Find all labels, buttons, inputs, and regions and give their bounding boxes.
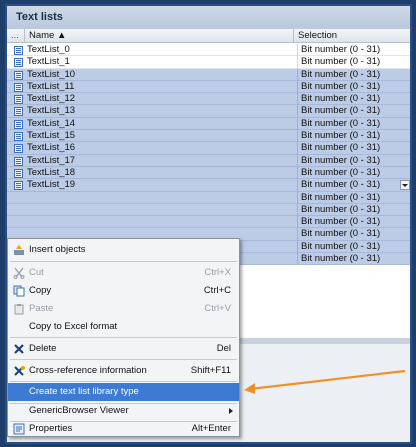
row-name: TextList_19 <box>27 179 76 191</box>
row-selection[interactable]: Bit number (0 - 31) <box>297 130 397 143</box>
menu-item-insert-objects[interactable]: Insert objects <box>8 241 239 259</box>
table-row[interactable]: TextList_10 Bit number (0 - 31) <box>7 68 410 81</box>
row-selection[interactable]: Bit number (0 - 31) <box>297 142 397 155</box>
table-row[interactable]: Bit number (0 - 31) <box>7 203 410 217</box>
panel-title: Text lists <box>7 6 410 29</box>
row-name: TextList_10 <box>27 68 76 80</box>
menu-separator <box>10 359 237 360</box>
table-row[interactable]: Bit number (0 - 31) <box>7 191 410 204</box>
table-row[interactable]: Bit number (0 - 31) <box>7 216 410 229</box>
text-list-icon <box>14 70 23 80</box>
text-list-icon <box>14 58 23 68</box>
chevron-right-icon <box>229 408 233 414</box>
annotation-arrow <box>244 369 406 394</box>
menu-item-create-library-type[interactable]: Create text list library type <box>8 383 239 401</box>
column-header-name[interactable]: Name ▲ <box>24 29 294 43</box>
row-name: TextList_11 <box>27 80 75 92</box>
menu-item-cut[interactable]: Cut Ctrl+X <box>8 264 239 282</box>
text-list-icon <box>14 119 23 129</box>
row-selection[interactable]: Bit number (0 - 31) <box>297 191 397 204</box>
menu-item-paste[interactable]: Paste Ctrl+V <box>8 300 239 318</box>
menu-item-cross-reference[interactable]: Cross-reference information Shift+F11 <box>8 362 239 380</box>
properties-icon <box>13 423 25 435</box>
table-row[interactable]: TextList_17 Bit number (0 - 31) <box>7 154 410 167</box>
menu-item-copy[interactable]: Copy Ctrl+C <box>8 282 239 300</box>
table-row[interactable]: TextList_15 Bit number (0 - 31) <box>7 130 410 143</box>
menu-item-copy-excel[interactable]: Copy to Excel format <box>8 318 239 336</box>
text-list-icon <box>14 107 23 117</box>
table-row[interactable]: TextList_18 Bit number (0 - 31) <box>7 166 410 180</box>
row-name: TextList_17 <box>27 154 76 166</box>
row-name: TextList_15 <box>27 130 76 142</box>
row-selection[interactable]: Bit number (0 - 31) <box>297 228 397 241</box>
text-list-icon <box>14 168 23 178</box>
table-row[interactable]: TextList_1 Bit number (0 - 31) <box>7 56 410 69</box>
insert-objects-icon <box>14 245 24 255</box>
table-row[interactable]: TextList_19 Bit number (0 - 31) <box>7 179 410 192</box>
row-name: TextList_16 <box>27 142 76 154</box>
context-menu: Insert objects Cut Ctrl+X Copy Ctrl+C Pa… <box>7 238 240 437</box>
row-selection[interactable]: Bit number (0 - 31) <box>297 117 397 131</box>
menu-separator <box>10 337 237 338</box>
header-options[interactable]: ... <box>11 29 23 43</box>
text-list-icon <box>14 82 23 92</box>
row-name: TextList_1 <box>27 56 70 68</box>
paste-icon <box>14 304 24 315</box>
table-row[interactable]: TextList_12 Bit number (0 - 31) <box>7 93 410 106</box>
row-selection[interactable]: Bit number (0 - 31) <box>297 68 397 81</box>
menu-item-genericbrowser-viewer[interactable]: GenericBrowser Viewer <box>8 402 239 420</box>
menu-item-delete[interactable]: Delete Del <box>8 340 239 358</box>
text-list-icon <box>14 46 23 55</box>
text-list-icon <box>14 181 23 191</box>
scissors-icon <box>13 267 25 279</box>
text-list-icon <box>14 144 23 154</box>
text-list-icon <box>14 156 23 166</box>
row-selection[interactable]: Bit number (0 - 31) <box>297 80 397 94</box>
row-selection[interactable]: Bit number (0 - 31) <box>297 253 397 266</box>
table-row[interactable]: TextList_11 Bit number (0 - 31) <box>7 80 410 94</box>
row-selection[interactable]: Bit number (0 - 31) <box>297 56 397 69</box>
cross-reference-icon <box>14 366 25 376</box>
menu-item-properties[interactable]: Properties Alt+Enter <box>8 422 239 436</box>
row-selection[interactable]: Bit number (0 - 31) <box>297 240 397 254</box>
row-selection[interactable]: Bit number (0 - 31) <box>297 203 397 217</box>
row-name: TextList_0 <box>27 44 70 55</box>
row-name: TextList_18 <box>27 166 76 178</box>
row-name: TextList_13 <box>27 105 76 117</box>
row-selection[interactable]: Bit number (0 - 31) <box>297 154 397 167</box>
delete-x-icon <box>14 344 24 354</box>
text-list-icon <box>14 95 23 105</box>
row-selection[interactable]: Bit number (0 - 31) <box>297 44 397 57</box>
table-row[interactable]: TextList_13 Bit number (0 - 31) <box>7 105 410 118</box>
row-selection[interactable]: Bit number (0 - 31) <box>297 216 397 229</box>
row-name: TextList_12 <box>27 93 76 105</box>
text-list-icon <box>14 132 23 142</box>
row-selection[interactable]: Bit number (0 - 31) <box>297 105 397 118</box>
table-row[interactable]: TextList_16 Bit number (0 - 31) <box>7 142 410 155</box>
row-selection[interactable]: Bit number (0 - 31) <box>297 179 397 192</box>
table-body: TextList_0 Bit number (0 - 31) TextList_1… <box>7 44 410 266</box>
row-name: TextList_14 <box>27 117 76 129</box>
table-row[interactable]: TextList_0 Bit number (0 - 31) <box>7 44 410 57</box>
copy-icon <box>13 285 25 297</box>
row-selection[interactable]: Bit number (0 - 31) <box>297 166 397 180</box>
column-header-selection[interactable]: Selection <box>293 29 410 43</box>
chevron-down-icon[interactable] <box>400 180 410 191</box>
table-row[interactable]: TextList_14 Bit number (0 - 31) <box>7 117 410 131</box>
menu-separator <box>10 381 237 382</box>
row-selection[interactable]: Bit number (0 - 31) <box>297 93 397 106</box>
table-header: ... Name ▲ Selection <box>7 29 410 43</box>
menu-separator <box>10 261 237 262</box>
